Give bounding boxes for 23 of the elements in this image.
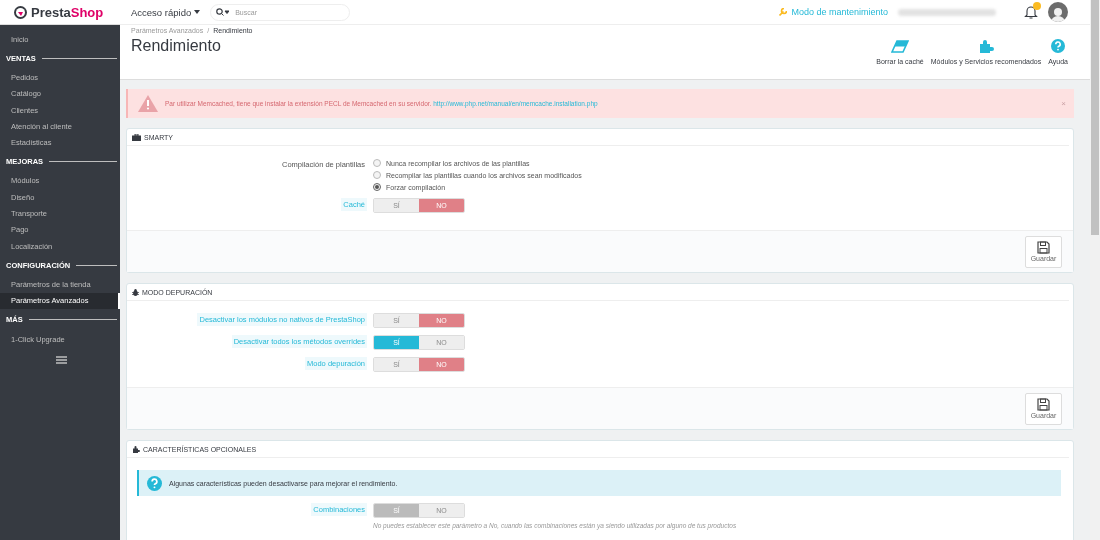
eraser-icon [891,40,910,53]
avatar[interactable] [1048,2,1068,22]
logo-icon [14,5,27,19]
menu-icon[interactable] [56,356,67,365]
search-icon[interactable] [216,8,230,16]
briefcase-icon [132,133,141,141]
radio-button[interactable] [373,171,381,179]
page-title: Rendimiento [131,37,222,55]
radio-button[interactable] [373,159,381,167]
notifications-bell[interactable] [1024,4,1038,20]
puzzle-icon [132,445,140,453]
warning-icon [138,95,158,112]
bug-icon [132,288,139,296]
help-icon [1051,39,1066,53]
help-icon [147,475,162,491]
caret-icon [194,10,201,14]
save-icon [1037,398,1050,411]
quick-access-menu[interactable]: Acceso rápido [131,6,201,18]
radio-button[interactable] [373,183,381,191]
logo-text: PrestaShop [31,4,104,20]
wrench-icon [779,8,788,16]
puzzle-icon [978,39,994,53]
save-icon [1037,241,1050,254]
